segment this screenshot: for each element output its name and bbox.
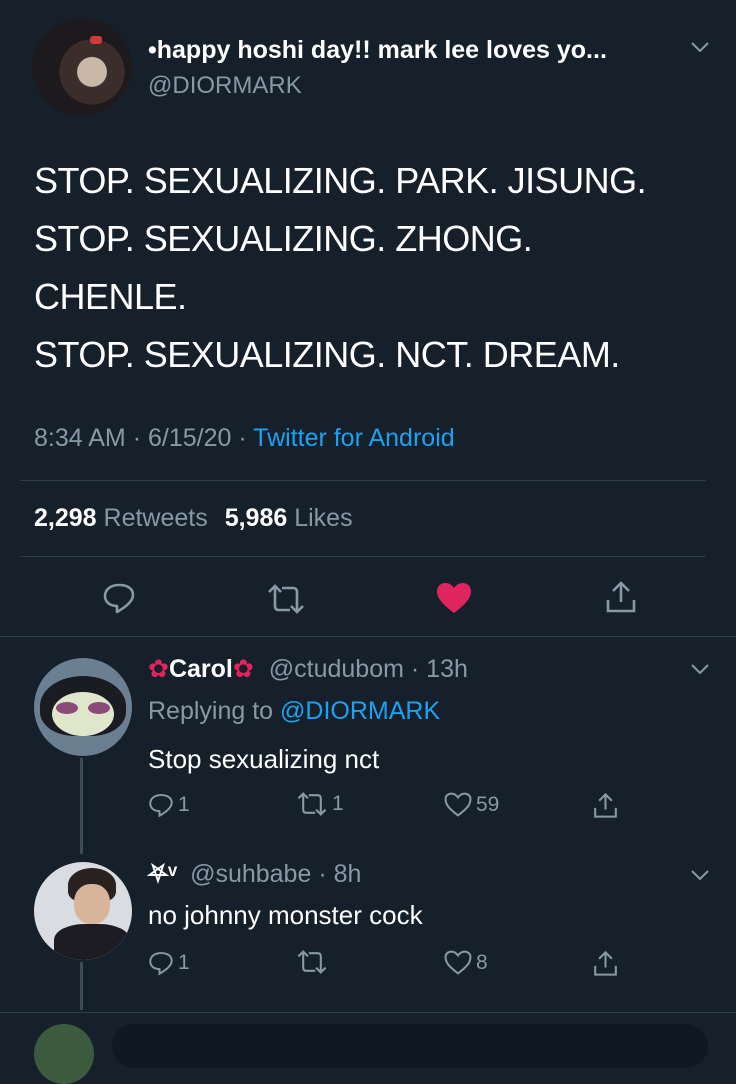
reply-icon (148, 950, 174, 976)
like-count: 59 (476, 792, 500, 816)
retweets-count: 2,298 (34, 504, 97, 532)
reply-handle[interactable]: @ctudubom (269, 655, 404, 683)
tweet-stats: 2,298 Retweets 5,986 Likes (34, 504, 353, 533)
reply-action-reply[interactable]: 1 (148, 950, 190, 976)
reply-text: no johnny monster cock (148, 900, 423, 930)
retweets-label: Retweets (103, 504, 208, 532)
reply-avatar[interactable] (34, 862, 132, 960)
avatar-bow (90, 36, 102, 44)
retweet-icon[interactable] (266, 584, 306, 614)
thread-line (80, 962, 83, 1010)
tweet-text-line: STOP. SEXUALIZING. NCT. DREAM. (34, 334, 620, 375)
reply-handle[interactable]: @suhbabe (190, 860, 311, 888)
tweet-meta: 8:34 AM · 6/15/20 · Twitter for Android (34, 424, 455, 453)
avatar-body (54, 924, 130, 960)
tweet-text-line: CHENLE. (34, 276, 187, 317)
share-icon[interactable] (592, 792, 619, 819)
reply-display-name[interactable]: Carol (169, 655, 233, 683)
replying-to-handle[interactable]: @DIORMARK (280, 697, 440, 725)
author-handle[interactable]: @DIORMARK (148, 72, 302, 100)
replying-to-label: Replying to (148, 697, 274, 725)
divider (20, 556, 706, 557)
avatar-face (52, 692, 114, 736)
chevron-down-icon[interactable] (690, 662, 710, 676)
tweet-text-line: STOP. SEXUALIZING. PARK. JISUNG. (34, 160, 647, 201)
retweet-icon (296, 950, 328, 974)
likes-count: 5,986 (224, 504, 288, 532)
tweet-source[interactable]: Twitter for Android (253, 424, 454, 452)
tweet-time[interactable]: 8:34 AM (34, 424, 126, 452)
retweet-icon (296, 792, 328, 816)
divider (20, 480, 706, 481)
reply-icon (148, 792, 174, 818)
divider (0, 636, 736, 637)
reply-avatar[interactable] (34, 658, 132, 756)
reply-action-like[interactable]: 59 (444, 792, 499, 817)
likes-label: Likes (294, 504, 353, 532)
avatar-face (74, 884, 110, 924)
chevron-down-icon[interactable] (690, 868, 710, 882)
reply-display-name[interactable]: ⛧ᵛ (148, 860, 177, 888)
meta-separator: · (238, 424, 247, 452)
divider (0, 1012, 736, 1013)
reply-action-retweet[interactable] (296, 950, 332, 974)
reply-action-reply[interactable]: 1 (148, 792, 190, 818)
like-count: 8 (476, 950, 488, 974)
thread-line (80, 758, 83, 854)
meta-separator: · (132, 424, 142, 452)
reply-time: · 8h (318, 860, 362, 888)
like-heart-icon[interactable] (436, 582, 472, 614)
tweet-text-line: STOP. SEXUALIZING. ZHONG. (34, 218, 533, 259)
compose-avatar[interactable] (34, 1024, 94, 1084)
reply-action-retweet[interactable]: 1 (296, 792, 344, 816)
reply-count: 1 (178, 793, 190, 816)
heart-outline-icon (444, 950, 472, 975)
retweet-count: 1 (332, 792, 344, 815)
chevron-down-icon[interactable] (690, 40, 710, 54)
heart-outline-icon (444, 792, 472, 817)
share-icon[interactable] (604, 580, 638, 614)
avatar-eye (88, 702, 110, 714)
reply-count: 1 (178, 951, 190, 974)
compose-input[interactable] (112, 1024, 708, 1068)
reply-header: ✿Carol✿ @ctudubom · 13h (148, 654, 468, 684)
flower-emoji-icon: ✿ (148, 655, 169, 683)
reply-header: ⛧ᵛ @suhbabe · 8h (148, 860, 361, 889)
author-avatar[interactable] (32, 18, 132, 116)
replying-to: Replying to @DIORMARK (148, 697, 440, 726)
flower-emoji-icon: ✿ (232, 655, 254, 683)
reply-action-like[interactable]: 8 (444, 950, 488, 975)
share-icon[interactable] (592, 950, 619, 977)
tweet-text: STOP. SEXUALIZING. PARK. JISUNG. STOP. S… (34, 152, 647, 384)
reply-text: Stop sexualizing nct (148, 744, 380, 774)
author-display-name[interactable]: •happy hoshi day!! mark lee loves yo... (148, 36, 607, 65)
reply-time: · 13h (410, 655, 468, 683)
tweet-date[interactable]: 6/15/20 (148, 424, 231, 452)
avatar-eye (56, 702, 78, 714)
likes-stat[interactable]: 5,986 Likes (225, 504, 353, 532)
retweets-stat[interactable]: 2,298 Retweets (34, 504, 215, 532)
reply-icon[interactable] (102, 582, 136, 614)
